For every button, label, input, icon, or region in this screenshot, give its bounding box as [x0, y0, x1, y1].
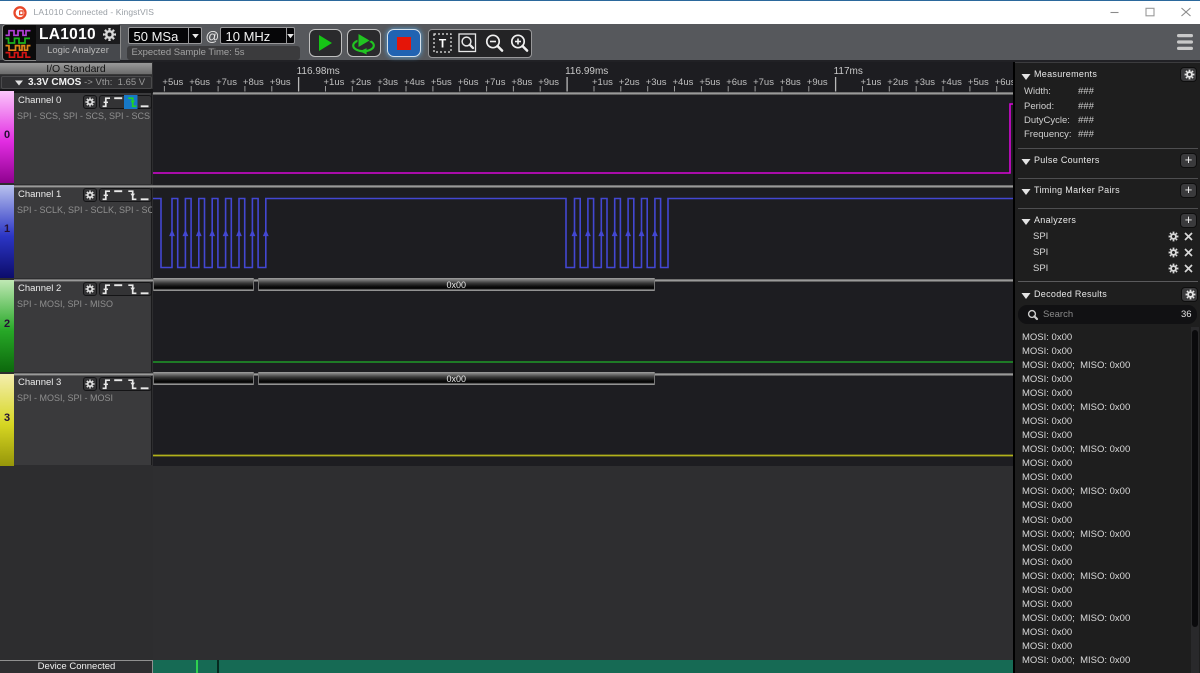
svg-text:T: T [439, 37, 447, 51]
